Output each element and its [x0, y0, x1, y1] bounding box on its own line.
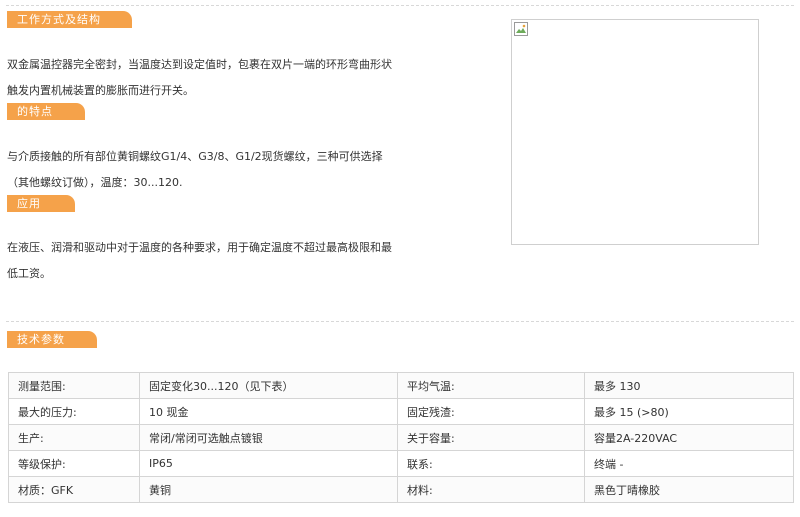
spec-value: 黑色丁晴橡胶 — [584, 476, 794, 503]
spec-value: 10 现金 — [139, 398, 398, 425]
working-description: 双金属温控器完全密封，当温度达到设定值时，包裹在双片一端的环形弯曲形状 触发内置… — [7, 52, 447, 104]
spec-label: 最大的压力: — [8, 398, 140, 425]
spec-label: 平均气温: — [397, 372, 585, 399]
spec-value: 常闭/常闭可选触点镀银 — [139, 424, 398, 451]
features-description-line: （其他螺纹订做），温度：30...120. — [7, 176, 183, 189]
working-description-line: 触发内置机械装置的膨胀而进行开关。 — [7, 84, 194, 97]
spec-label: 测量范围: — [8, 372, 140, 399]
section-tab-application: 应用 — [7, 195, 75, 212]
spec-value: 最多 130 — [584, 372, 794, 399]
features-description: 与介质接触的所有部位黄铜螺纹G1/4、G3/8、G1/2现货螺纹，三种可供选择 … — [7, 144, 447, 196]
spec-label: 固定残渣: — [397, 398, 585, 425]
spec-value: 黄铜 — [139, 476, 398, 503]
section-tab-working: 工作方式及结构 — [7, 11, 132, 28]
application-description-line: 在液压、润滑和驱动中对于温度的各种要求，用于确定温度不超过最高极限和最 — [7, 241, 392, 254]
spec-value: 容量2A-220VAC — [584, 424, 794, 451]
spec-label: 等级保护: — [8, 450, 140, 477]
application-description: 在液压、润滑和驱动中对于温度的各种要求，用于确定温度不超过最高极限和最 低工资。 — [7, 235, 447, 287]
broken-image-icon — [514, 22, 528, 36]
working-description-line: 双金属温控器完全密封，当温度达到设定值时，包裹在双片一端的环形弯曲形状 — [7, 58, 392, 71]
spec-label: 材料: — [397, 476, 585, 503]
spec-value: 终端 - — [584, 450, 794, 477]
spec-label: 关于容量: — [397, 424, 585, 451]
features-description-line: 与介质接触的所有部位黄铜螺纹G1/4、G3/8、G1/2现货螺纹，三种可供选择 — [7, 150, 383, 163]
table-row: 生产: 常闭/常闭可选触点镀银 关于容量: 容量2A-220VAC — [8, 424, 794, 451]
spec-label: 生产: — [8, 424, 140, 451]
spec-value: IP65 — [139, 450, 398, 477]
product-image — [511, 19, 759, 245]
section-divider — [6, 5, 794, 6]
application-description-line: 低工资。 — [7, 267, 51, 280]
table-row: 最大的压力: 10 现金 固定残渣: 最多 15 (>80) — [8, 398, 794, 425]
table-row: 材质：GFK 黄铜 材料: 黑色丁晴橡胶 — [8, 476, 794, 503]
spec-value: 固定变化30...120（见下表） — [139, 372, 398, 399]
spec-label: 材质：GFK — [8, 476, 140, 503]
section-tab-features: 的特点 — [7, 103, 85, 120]
spec-table: 测量范围: 固定变化30...120（见下表） 平均气温: 最多 130 最大的… — [8, 372, 794, 503]
spec-label: 联系: — [397, 450, 585, 477]
table-row: 测量范围: 固定变化30...120（见下表） 平均气温: 最多 130 — [8, 372, 794, 399]
section-tab-specs: 技术参数 — [7, 331, 97, 348]
table-row: 等级保护: IP65 联系: 终端 - — [8, 450, 794, 477]
section-divider — [6, 321, 794, 322]
spec-value: 最多 15 (>80) — [584, 398, 794, 425]
